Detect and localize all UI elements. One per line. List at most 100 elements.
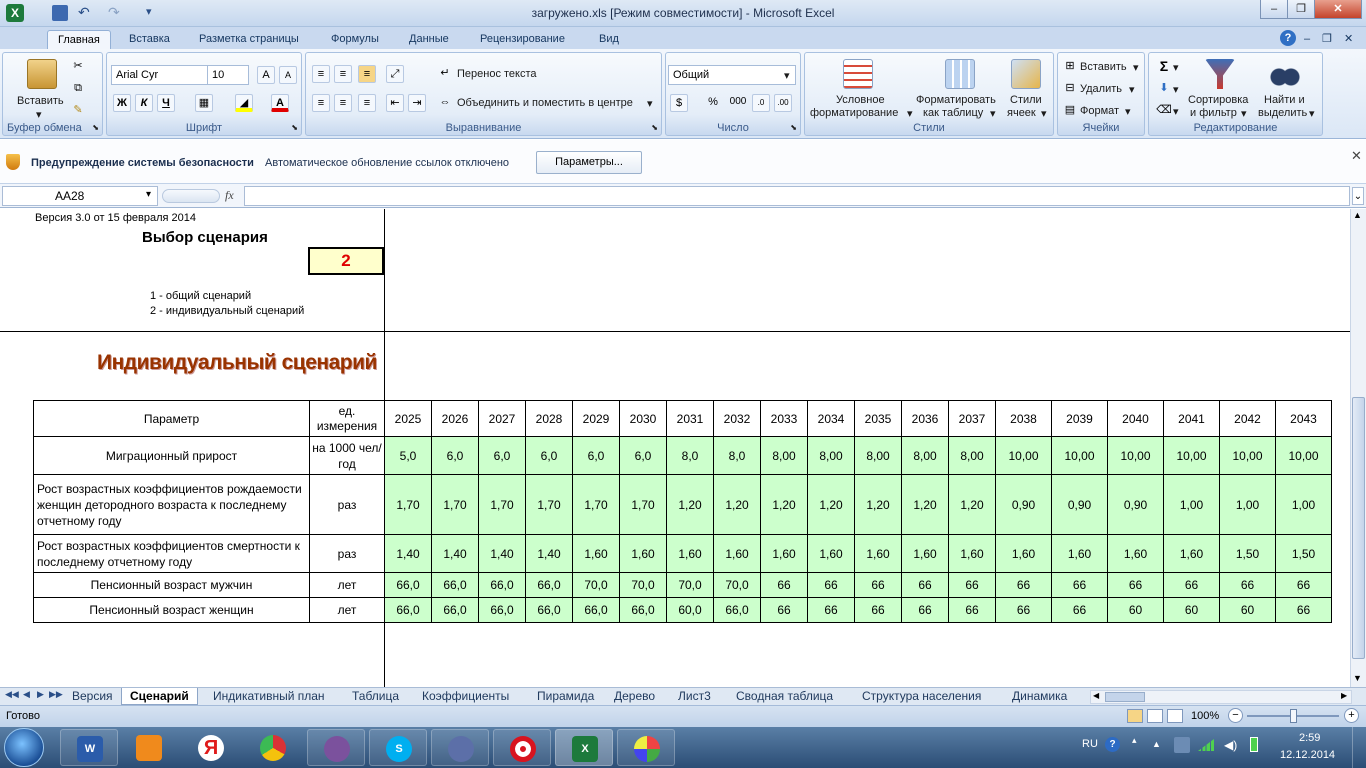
value-cell[interactable]: 1,70 — [619, 474, 667, 535]
merge-dropdown-icon[interactable]: ▾ — [647, 97, 653, 110]
worksheet-area[interactable]: Версия 3.0 от 15 февраля 2014 Выбор сцен… — [0, 209, 1350, 687]
value-cell[interactable]: 0,90 — [995, 474, 1052, 535]
show-hidden-icons-icon[interactable]: ▲ — [1152, 739, 1161, 749]
volume-icon[interactable]: ◀) — [1224, 738, 1237, 752]
name-box[interactable]: AA28 — [2, 186, 158, 206]
currency-format-icon[interactable]: $ — [670, 94, 688, 112]
format-cells-icon[interactable]: ▤ — [1061, 102, 1079, 120]
value-cell[interactable]: 66,0 — [431, 572, 479, 598]
format-as-table-button[interactable]: Форматировать — [916, 94, 996, 106]
zoom-in-icon[interactable]: + — [1344, 708, 1359, 723]
zoom-slider-thumb[interactable] — [1290, 709, 1297, 723]
sheet-tab[interactable]: Таблица — [344, 688, 407, 705]
last-sheet-icon[interactable]: ▶▶ — [49, 689, 63, 700]
value-cell[interactable]: 0,90 — [1107, 474, 1164, 535]
value-cell[interactable]: 60 — [1107, 597, 1164, 623]
value-cell[interactable]: 66 — [760, 597, 808, 623]
value-cell[interactable]: 66 — [1275, 597, 1332, 623]
delete-cells-icon[interactable]: ⊟ — [1061, 80, 1079, 98]
header-year[interactable]: 2038 — [995, 400, 1052, 437]
format-as-table-label-2[interactable]: как таблицу — [923, 107, 983, 119]
show-desktop-button[interactable] — [1352, 727, 1366, 768]
value-cell[interactable]: 66,0 — [572, 597, 620, 623]
merge-center-icon[interactable]: ⇔ — [436, 94, 454, 112]
sheet-tab[interactable]: Индикативный план — [205, 688, 333, 705]
insert-cells-button[interactable]: Вставить — [1080, 61, 1127, 73]
row-param[interactable]: Миграционный прирост — [33, 436, 310, 475]
find-select-icon[interactable] — [1270, 59, 1300, 89]
value-cell[interactable]: 1,20 — [807, 474, 855, 535]
close-button[interactable]: ✕ — [1314, 0, 1362, 19]
row-unit[interactable]: раз — [309, 474, 385, 535]
value-cell[interactable]: 1,60 — [666, 534, 714, 573]
taskbar-skype[interactable]: S — [369, 729, 427, 766]
paste-icon[interactable] — [27, 59, 57, 89]
value-cell[interactable]: 66,0 — [384, 572, 432, 598]
value-cell[interactable]: 1,70 — [572, 474, 620, 535]
value-cell[interactable]: 1,20 — [854, 474, 902, 535]
increase-indent-icon[interactable]: ⇥ — [408, 94, 426, 112]
battery-icon[interactable] — [1250, 737, 1258, 752]
header-year[interactable]: 2034 — [807, 400, 855, 437]
increase-decimal-icon[interactable]: .0 — [752, 94, 770, 112]
first-sheet-icon[interactable]: ◀◀ — [5, 689, 19, 700]
delete-cells-button[interactable]: Удалить — [1080, 83, 1122, 95]
taskbar-excel[interactable]: X — [555, 729, 613, 766]
taskbar-chrome[interactable] — [244, 729, 302, 766]
value-cell[interactable]: 8,00 — [807, 436, 855, 475]
value-cell[interactable]: 70,0 — [713, 572, 761, 598]
value-cell[interactable]: 66 — [760, 572, 808, 598]
value-cell[interactable]: 10,00 — [1275, 436, 1332, 475]
value-cell[interactable]: 1,00 — [1219, 474, 1276, 535]
value-cell[interactable]: 10,00 — [995, 436, 1052, 475]
row-param[interactable]: Пенсионный возраст мужчин — [33, 572, 310, 598]
percent-button[interactable]: % — [704, 94, 722, 112]
value-cell[interactable]: 66 — [901, 572, 949, 598]
row-param[interactable]: Пенсионный возраст женщин — [33, 597, 310, 623]
orientation-icon[interactable]: ⤢ — [386, 65, 404, 83]
help-icon[interactable]: ? — [1280, 30, 1296, 46]
insert-cells-icon[interactable]: ⊞ — [1061, 58, 1079, 76]
value-cell[interactable]: 66,0 — [478, 597, 526, 623]
cell-styles-dropdown-icon[interactable]: ▾ — [1041, 107, 1047, 120]
align-middle-icon[interactable]: ≡ — [334, 65, 352, 83]
value-cell[interactable]: 1,70 — [431, 474, 479, 535]
fill-dropdown-icon[interactable]: ▾ — [1173, 83, 1179, 96]
align-right-icon[interactable]: ≡ — [358, 94, 376, 112]
value-cell[interactable]: 10,00 — [1051, 436, 1108, 475]
value-cell[interactable]: 6,0 — [478, 436, 526, 475]
value-cell[interactable]: 1,70 — [478, 474, 526, 535]
prev-sheet-icon[interactable]: ◀ — [23, 689, 30, 700]
zoom-level[interactable]: 100% — [1191, 710, 1219, 722]
value-cell[interactable]: 1,60 — [713, 534, 761, 573]
value-cell[interactable]: 8,00 — [760, 436, 808, 475]
row-unit[interactable]: лет — [309, 572, 385, 598]
value-cell[interactable]: 66 — [995, 597, 1052, 623]
value-cell[interactable]: 1,00 — [1163, 474, 1220, 535]
format-cells-dropdown-icon[interactable]: ▾ — [1125, 105, 1131, 118]
insert-function-icon[interactable]: fx — [225, 188, 234, 203]
next-sheet-icon[interactable]: ▶ — [37, 689, 44, 700]
value-cell[interactable]: 66 — [1107, 572, 1164, 598]
header-param[interactable]: Параметр — [33, 400, 310, 437]
header-year[interactable]: 2039 — [1051, 400, 1108, 437]
row-unit[interactable]: лет — [309, 597, 385, 623]
tab-insert[interactable]: Вставка — [119, 30, 180, 49]
header-year[interactable]: 2031 — [666, 400, 714, 437]
value-cell[interactable]: 1,60 — [1051, 534, 1108, 573]
format-as-table-dropdown-icon[interactable]: ▾ — [990, 107, 996, 120]
align-center-icon[interactable]: ≡ — [334, 94, 352, 112]
value-cell[interactable]: 1,40 — [384, 534, 432, 573]
value-cell[interactable]: 70,0 — [666, 572, 714, 598]
value-cell[interactable]: 8,0 — [713, 436, 761, 475]
header-year[interactable]: 2028 — [525, 400, 573, 437]
header-year[interactable]: 2030 — [619, 400, 667, 437]
header-year[interactable]: 2041 — [1163, 400, 1220, 437]
wrap-text-icon[interactable]: ↵ — [436, 65, 454, 83]
bold-button[interactable]: Ж — [113, 94, 131, 112]
paste-button[interactable]: Вставить — [17, 95, 64, 107]
value-cell[interactable]: 1,60 — [901, 534, 949, 573]
network-icon[interactable] — [1174, 737, 1190, 753]
header-year[interactable]: 2042 — [1219, 400, 1276, 437]
value-cell[interactable]: 1,20 — [666, 474, 714, 535]
